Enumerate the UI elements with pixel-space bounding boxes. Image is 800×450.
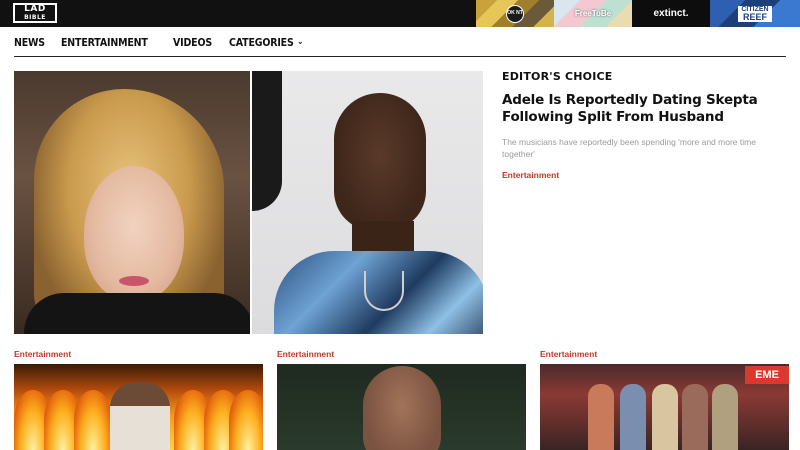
brand-citizen-reef[interactable]: CITIZEN REEF — [710, 0, 800, 27]
logo-line-2: BIBLE — [24, 14, 46, 21]
card-3-category[interactable]: Entertainment — [540, 349, 597, 359]
hero-image[interactable] — [14, 71, 483, 334]
editors-choice-label: EDITOR'S CHOICE — [502, 70, 613, 83]
card-2-image[interactable] — [277, 364, 526, 450]
featured-article-category[interactable]: Entertainment — [502, 170, 559, 180]
brand-freetobe[interactable]: FreeToBe — [554, 0, 632, 27]
nav-item-entertainment[interactable]: ENTERTAINMENT — [61, 36, 148, 49]
citizen-reef-logo: CITIZEN REEF — [738, 5, 772, 22]
nav-item-categories[interactable]: CATEGORIES ⌄ — [229, 35, 304, 49]
hero-photo-skepta — [252, 71, 483, 334]
logo-line-1: LAD — [24, 4, 46, 14]
nav-divider — [14, 56, 786, 57]
featured-article-title[interactable]: Adele Is Reportedly Dating Skepta Follow… — [502, 92, 762, 126]
citizen-reef-bottom: REEF — [742, 11, 767, 22]
categories-label: CATEGORIES — [229, 35, 294, 49]
extinct-label: extinct. — [653, 8, 689, 19]
chevron-down-icon: ⌄ — [297, 37, 304, 47]
card-2-category[interactable]: Entertainment — [277, 349, 334, 359]
card-3-sign: EME — [745, 366, 789, 384]
brand-strip: OK NT FreeToBe extinct. CITIZEN REEF — [476, 0, 800, 27]
card-1-category[interactable]: Entertainment — [14, 349, 71, 359]
freetobe-label: FreeToBe — [574, 9, 612, 18]
top-bar: LAD BIBLE OK NT FreeToBe extinct. CITIZE… — [0, 0, 800, 27]
main-nav: NEWS ENTERTAINMENT VIDEOS CATEGORIES ⌄ — [14, 33, 327, 51]
brand-oknt[interactable]: OK NT — [476, 0, 554, 27]
brand-extinct[interactable]: extinct. — [632, 0, 710, 27]
ladbible-logo[interactable]: LAD BIBLE — [13, 3, 57, 23]
oknt-badge: OK NT — [506, 4, 524, 23]
nav-item-videos[interactable]: VIDEOS — [173, 36, 212, 49]
hero-photo-adele — [14, 71, 250, 334]
featured-article-description: The musicians have reportedly been spend… — [502, 137, 756, 159]
card-1-image[interactable] — [14, 364, 263, 450]
nav-item-news[interactable]: NEWS — [14, 36, 45, 49]
card-3-image[interactable]: EME — [540, 364, 789, 450]
